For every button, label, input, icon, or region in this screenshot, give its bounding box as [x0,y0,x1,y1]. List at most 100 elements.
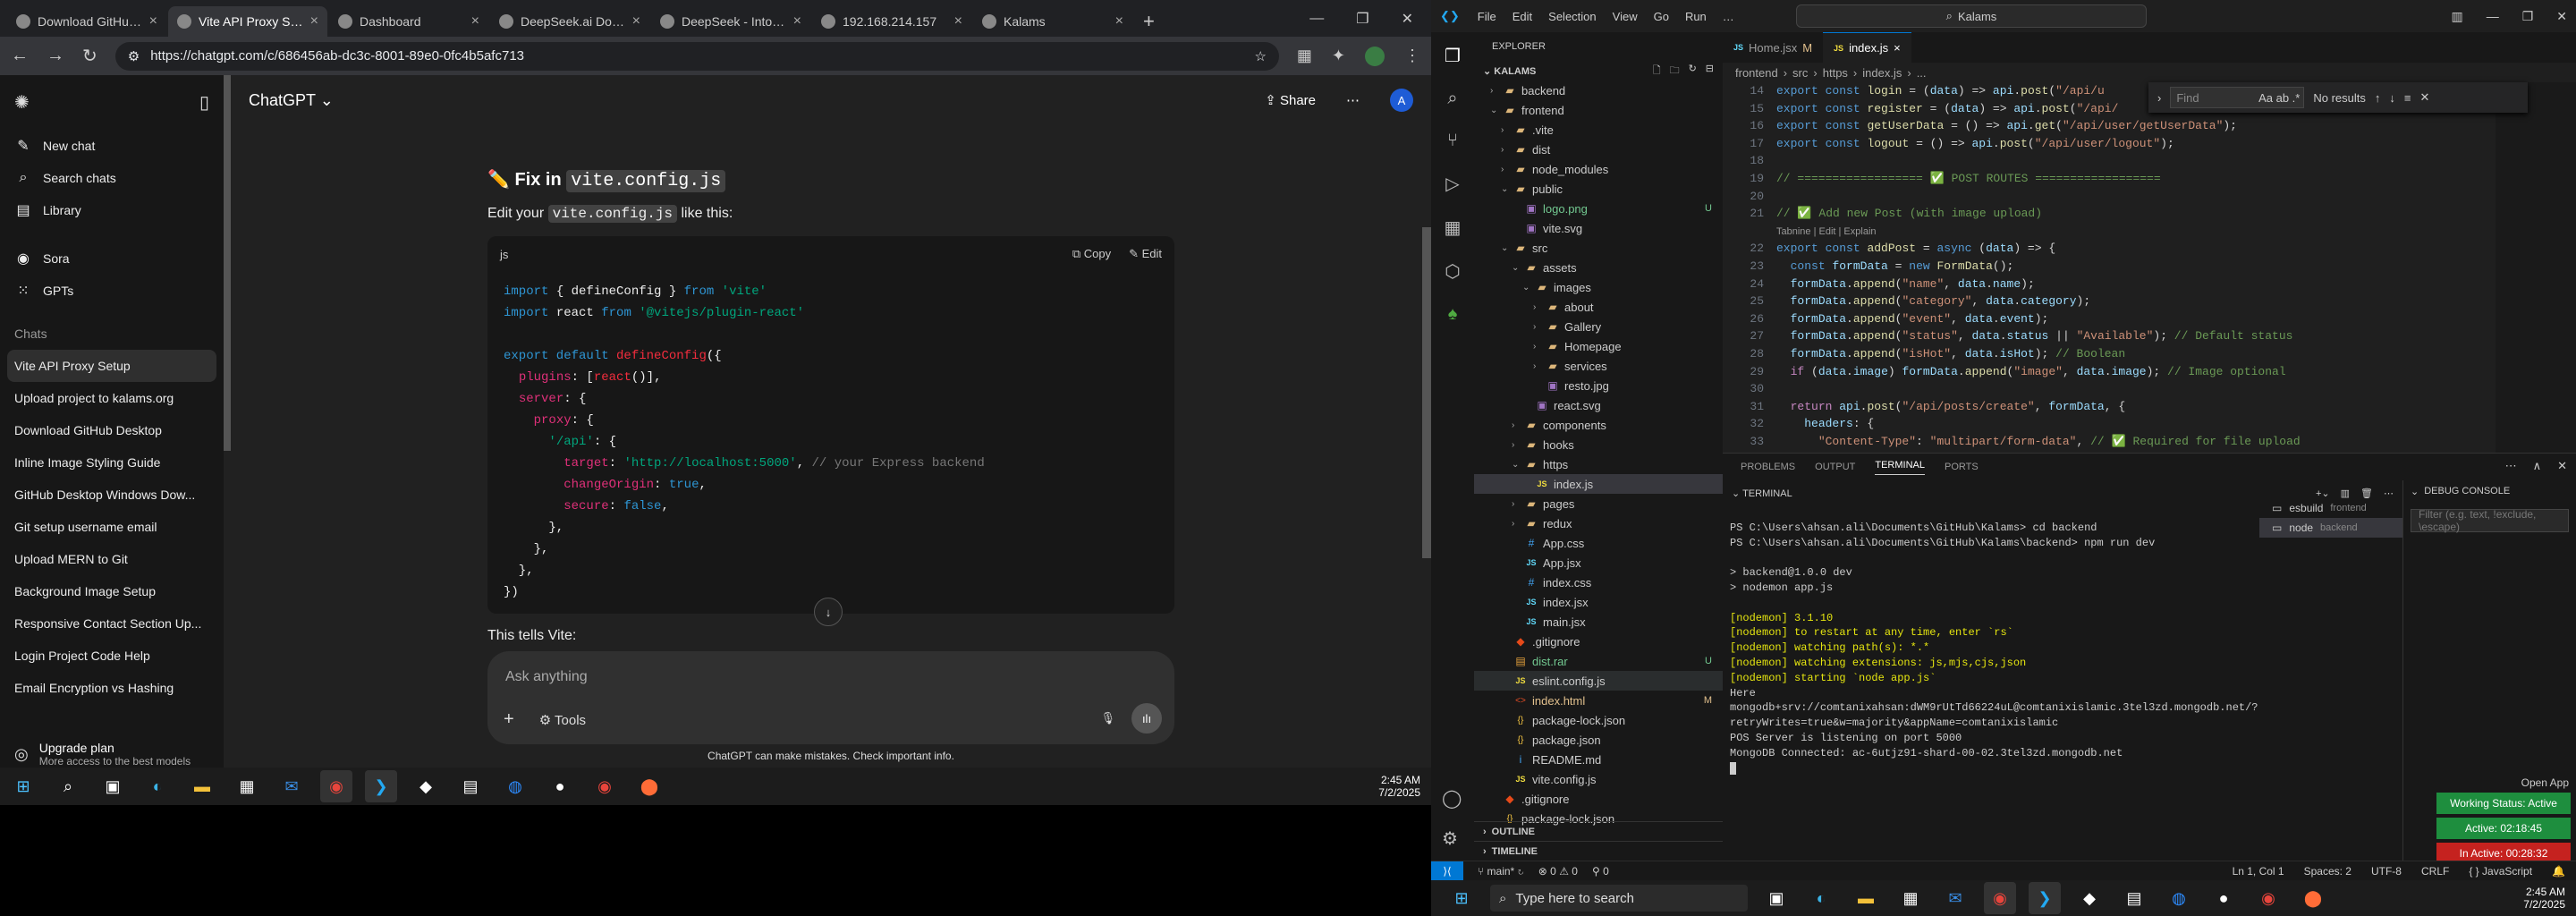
maximize-icon[interactable]: ❐ [2522,9,2534,24]
search-icon[interactable]: ⌕ [52,770,84,802]
browser-tab[interactable]: DeepSeek.ai Domain F × [490,6,649,37]
more-icon[interactable]: ⋯ [2505,459,2517,473]
browser-tab[interactable]: Vite API Proxy Setup × [168,6,327,37]
find-in-selection-icon[interactable]: ≡ [2404,91,2411,105]
chat-history-item[interactable]: Upload MERN to Git [0,543,224,575]
extensions-icon[interactable]: ▦ [1445,216,1462,239]
expand-replace-icon[interactable]: › [2157,91,2161,105]
remote-icon[interactable]: ⟩⟨ [1431,861,1463,881]
close-panel-icon[interactable]: ✕ [2557,459,2567,473]
debug-filter-input[interactable]: Filter (e.g. text, !exclude, \escape) [2411,508,2569,533]
breadcrumb-item[interactable]: ... [1917,66,1927,80]
browser-tab[interactable]: DeepSeek - Into the U × [651,6,810,37]
tree-folder[interactable]: › ▰ dist [1474,140,1723,159]
tree-folder[interactable]: › ▰ pages [1474,494,1723,513]
editor-tab[interactable]: JS Home.jsx M [1723,32,1823,63]
tree-file[interactable]: i README.md [1474,750,1723,769]
chat-history-item[interactable]: Inline Image Styling Guide [0,446,224,479]
github-desktop-icon[interactable]: ● [2207,882,2240,914]
close-tab-icon[interactable]: × [954,13,962,30]
tree-file[interactable]: JS vite.config.js [1474,769,1723,789]
menu-more[interactable]: … [1723,10,1734,23]
chat-history-item[interactable]: Login Project Code Help [0,640,224,672]
edit-code-button[interactable]: ✎ Edit [1129,247,1162,261]
edge-icon[interactable]: ◐ [141,770,174,802]
refresh-icon[interactable]: ↻ [1689,63,1697,80]
windows-start-icon[interactable]: ⊞ [1445,882,1478,914]
tree-file[interactable]: # App.css [1474,533,1723,553]
app-icon[interactable]: ▤ [454,770,487,802]
system-clock[interactable]: 2:45 AM 7/2/2025 [1378,768,1420,805]
chat-history-item[interactable]: Email Encryption vs Hashing [0,672,224,704]
mongodb-icon[interactable]: ♠ [1448,304,1458,325]
eol[interactable]: CRLF [2421,865,2449,878]
back-icon[interactable]: ← [11,46,29,66]
chat-history-item[interactable]: Vite API Proxy Setup [7,350,216,382]
tree-file[interactable]: JS main.jsx [1474,612,1723,632]
tree-file[interactable]: ▣ resto.jpg [1474,376,1723,395]
system-clock[interactable]: 2:45 AM 7/2/2025 [2523,880,2565,916]
more-icon[interactable]: ⋯ [2384,488,2394,499]
minimize-icon[interactable]: — [2487,9,2499,23]
tools-button[interactable]: ⚙ Tools [539,712,586,728]
terminal-instance[interactable]: ▭ node backend [2259,518,2402,538]
panel-tab-output[interactable]: OUTPUT [1815,462,1855,472]
close-tab-icon[interactable]: × [1894,41,1901,55]
scroll-down-button[interactable]: ↓ [814,598,843,626]
profile-icon[interactable] [1365,46,1385,66]
chrome-icon[interactable]: ◉ [1984,882,2016,914]
close-icon[interactable]: ✕ [1402,10,1413,28]
chat-history-item[interactable]: Background Image Setup [0,575,224,607]
tree-file[interactable]: {} package.json [1474,730,1723,750]
menu-file[interactable]: File [1478,10,1496,23]
editor-tab[interactable]: JS index.js × [1823,32,1911,63]
tree-folder[interactable]: ⌄ ▰ src [1474,238,1723,258]
sidebar-item-gpts[interactable]: ⁙ GPTs [0,275,224,307]
tree-folder[interactable]: ⌄ ▰ assets [1474,258,1723,277]
postman-icon[interactable]: ⬤ [2297,882,2329,914]
chrome-icon[interactable]: ◉ [589,770,621,802]
zoom-icon[interactable]: ◍ [499,770,531,802]
minimap[interactable] [2496,82,2576,453]
command-search-input[interactable]: ⌕ Kalams [1796,4,2147,28]
chat-history-item[interactable]: Responsive Contact Section Up... [0,607,224,640]
sidebar-item-sora[interactable]: ◉ Sora [0,242,224,275]
chat-history-item[interactable]: GitHub Desktop Windows Dow... [0,479,224,511]
edge-icon[interactable]: ◐ [1805,882,1837,914]
close-tab-icon[interactable]: × [1115,13,1123,30]
sidebar-toggle-icon[interactable]: ▯ [199,91,209,114]
tree-folder[interactable]: ⌄ ▰ public [1474,179,1723,199]
new-file-icon[interactable]: 🗋 [1653,63,1661,80]
tree-folder[interactable]: ⌄ ▰ images [1474,277,1723,297]
tree-folder[interactable]: › ▰ hooks [1474,435,1723,454]
task-view-icon[interactable]: ▣ [1760,882,1792,914]
breadcrumb-item[interactable]: src [1792,66,1808,80]
microphone-icon[interactable]: 🎙 [1100,711,1115,725]
tree-file[interactable]: ▣ vite.svg [1474,218,1723,238]
menu-selection[interactable]: Selection [1548,10,1596,23]
menu-view[interactable]: View [1613,10,1638,23]
outline-section[interactable]: › OUTLINE [1474,821,1723,841]
run-debug-icon[interactable]: ▷ [1445,173,1459,195]
postman-icon[interactable]: ⬤ [633,770,665,802]
encoding[interactable]: UTF-8 [2371,865,2402,878]
browser-tab[interactable]: Kalams × [973,6,1132,37]
tree-file[interactable]: <> index.html M [1474,691,1723,710]
notifications-icon[interactable]: 🔔 [2552,865,2565,878]
mail-icon[interactable]: ✉ [1939,882,1971,914]
forward-icon[interactable]: → [47,46,64,66]
app-icon[interactable]: ◆ [410,770,442,802]
extensions-icon[interactable]: ▦ [1297,47,1312,65]
editor-code[interactable]: 14 export const login = (data) => api.pos… [1723,82,2492,453]
menu-kebab-icon[interactable]: ⋮ [1404,47,1420,65]
copy-code-button[interactable]: ⧉ Copy [1072,247,1111,261]
sidebar-item-search-chats[interactable]: ⌕ Search chats [0,162,224,194]
close-icon[interactable]: ✕ [2556,9,2567,24]
chat-scrollbar[interactable] [1422,227,1431,558]
new-folder-icon[interactable]: 🗀 [1670,63,1680,80]
new-terminal-icon[interactable]: +⌄ [2316,488,2330,499]
source-control-icon[interactable]: ⑂ [1447,131,1458,151]
reload-icon[interactable]: ↻ [82,45,97,67]
puzzle-icon[interactable]: ✦ [1332,47,1345,65]
cursor-position[interactable]: Ln 1, Col 1 [2233,865,2284,878]
